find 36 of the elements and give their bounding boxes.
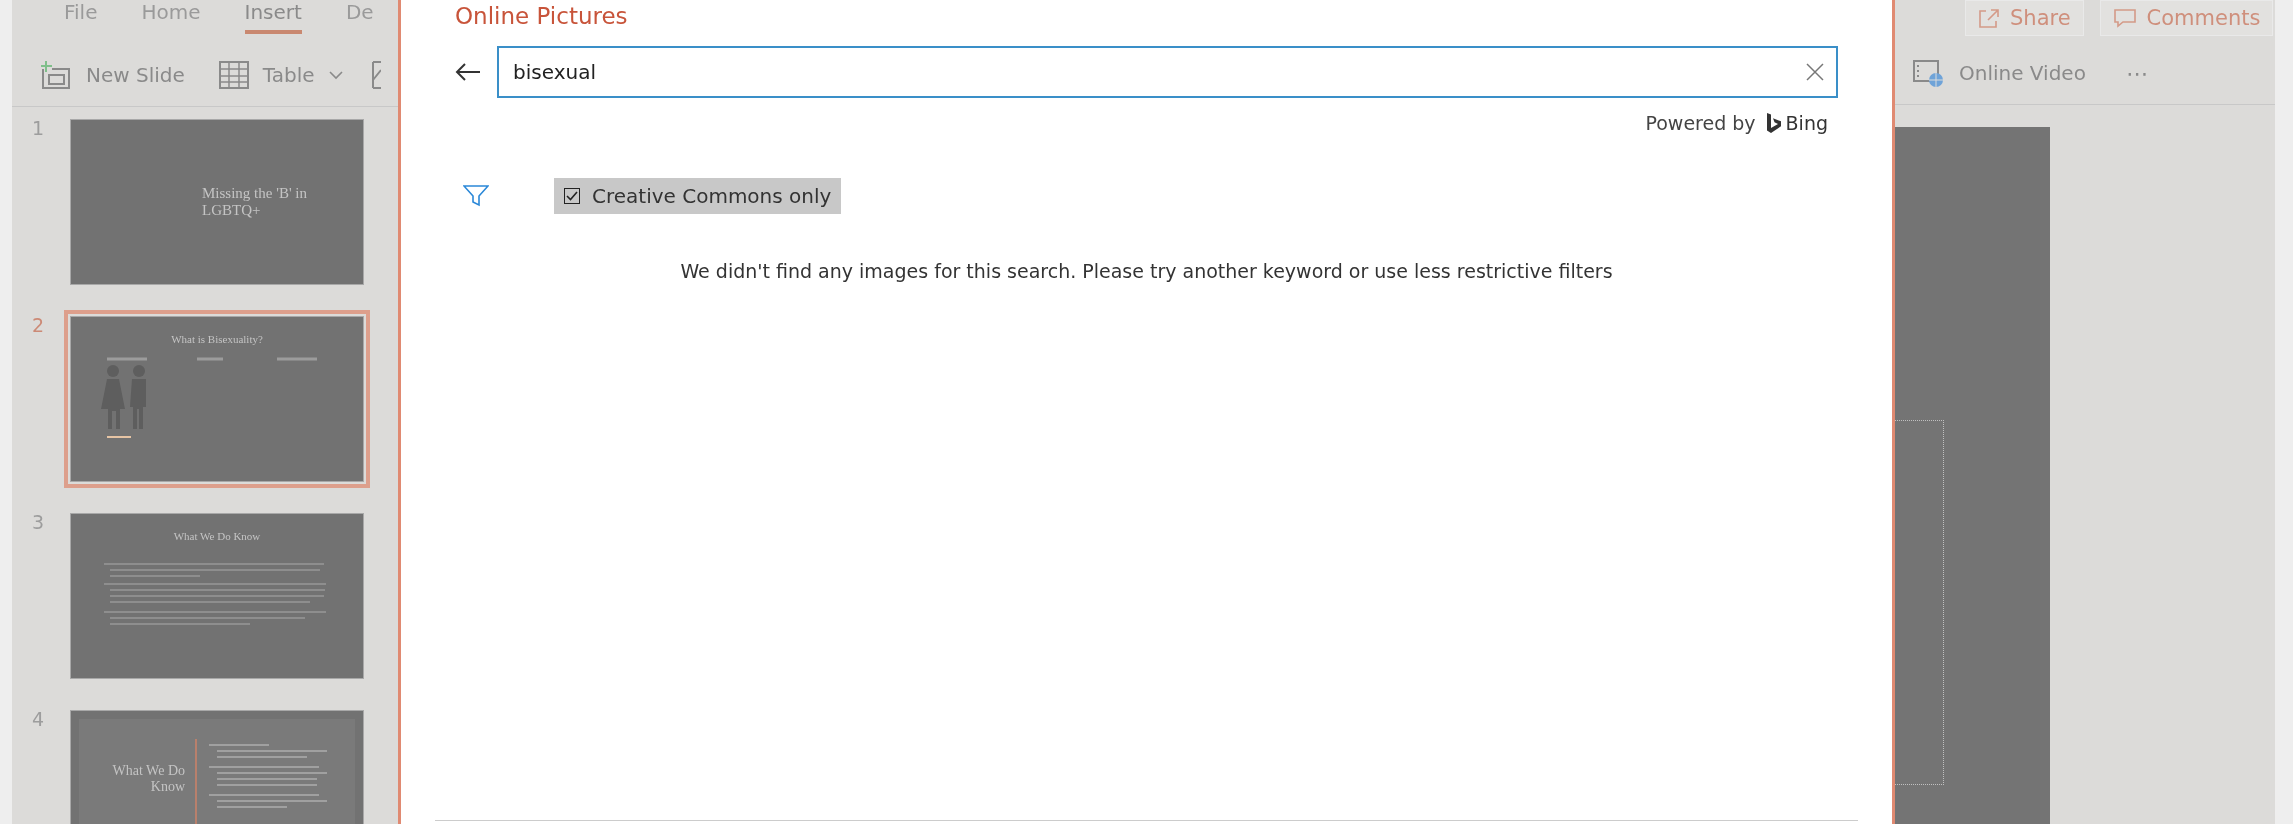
comments-button[interactable]: Comments	[2099, 0, 2274, 36]
ribbon-tab[interactable]: Insert	[244, 0, 302, 34]
creative-commons-checkbox[interactable]: Creative Commons only	[554, 178, 842, 214]
attribution-text: Powered by	[1645, 112, 1756, 134]
video-globe-icon	[1913, 58, 1945, 88]
new-slide-icon	[40, 60, 72, 90]
slide-title: What We Do Know	[111, 763, 185, 795]
filter-icon[interactable]	[463, 185, 489, 207]
new-slide-button[interactable]: New Slide	[40, 60, 185, 90]
table-button[interactable]: Table	[218, 60, 343, 90]
bing-icon	[1765, 112, 1782, 134]
close-icon[interactable]	[1806, 63, 1824, 81]
bing-logo: Bing	[1765, 112, 1828, 134]
slide-title: What is Bisexuality?	[171, 333, 263, 345]
chevron-down-icon	[328, 70, 343, 80]
slide-number: 2	[30, 313, 46, 336]
slide-number: 1	[30, 116, 46, 139]
ribbon-tab[interactable]: De	[345, 0, 374, 34]
slide-title: What We Do Know	[173, 530, 261, 542]
more-button[interactable]: ⋯	[2125, 60, 2150, 86]
table-icon	[218, 60, 249, 90]
slide-title: Missing the 'B' in LGBTQ+	[202, 185, 308, 219]
back-arrow-icon[interactable]	[455, 62, 481, 82]
slide-thumbnail[interactable]: What is Bisexuality?	[64, 310, 370, 488]
comment-icon	[2112, 8, 2137, 28]
online-video-button[interactable]: Online Video	[1913, 58, 2086, 88]
ribbon-tab[interactable]: File	[64, 0, 98, 34]
no-results-message: We didn't find any images for this search. Please try another keyword or use less restrictive filters	[679, 260, 1614, 282]
share-icon	[1978, 8, 2000, 28]
dialog-title: Online Pictures	[455, 2, 628, 30]
search-field[interactable]: bisexual	[497, 46, 1838, 98]
ribbon-tab[interactable]: Home	[141, 0, 201, 34]
share-button[interactable]: Share	[1965, 0, 2084, 36]
slide-number: 3	[30, 510, 46, 533]
slide-number: 4	[30, 707, 46, 730]
checkbox-icon[interactable]	[564, 188, 580, 204]
